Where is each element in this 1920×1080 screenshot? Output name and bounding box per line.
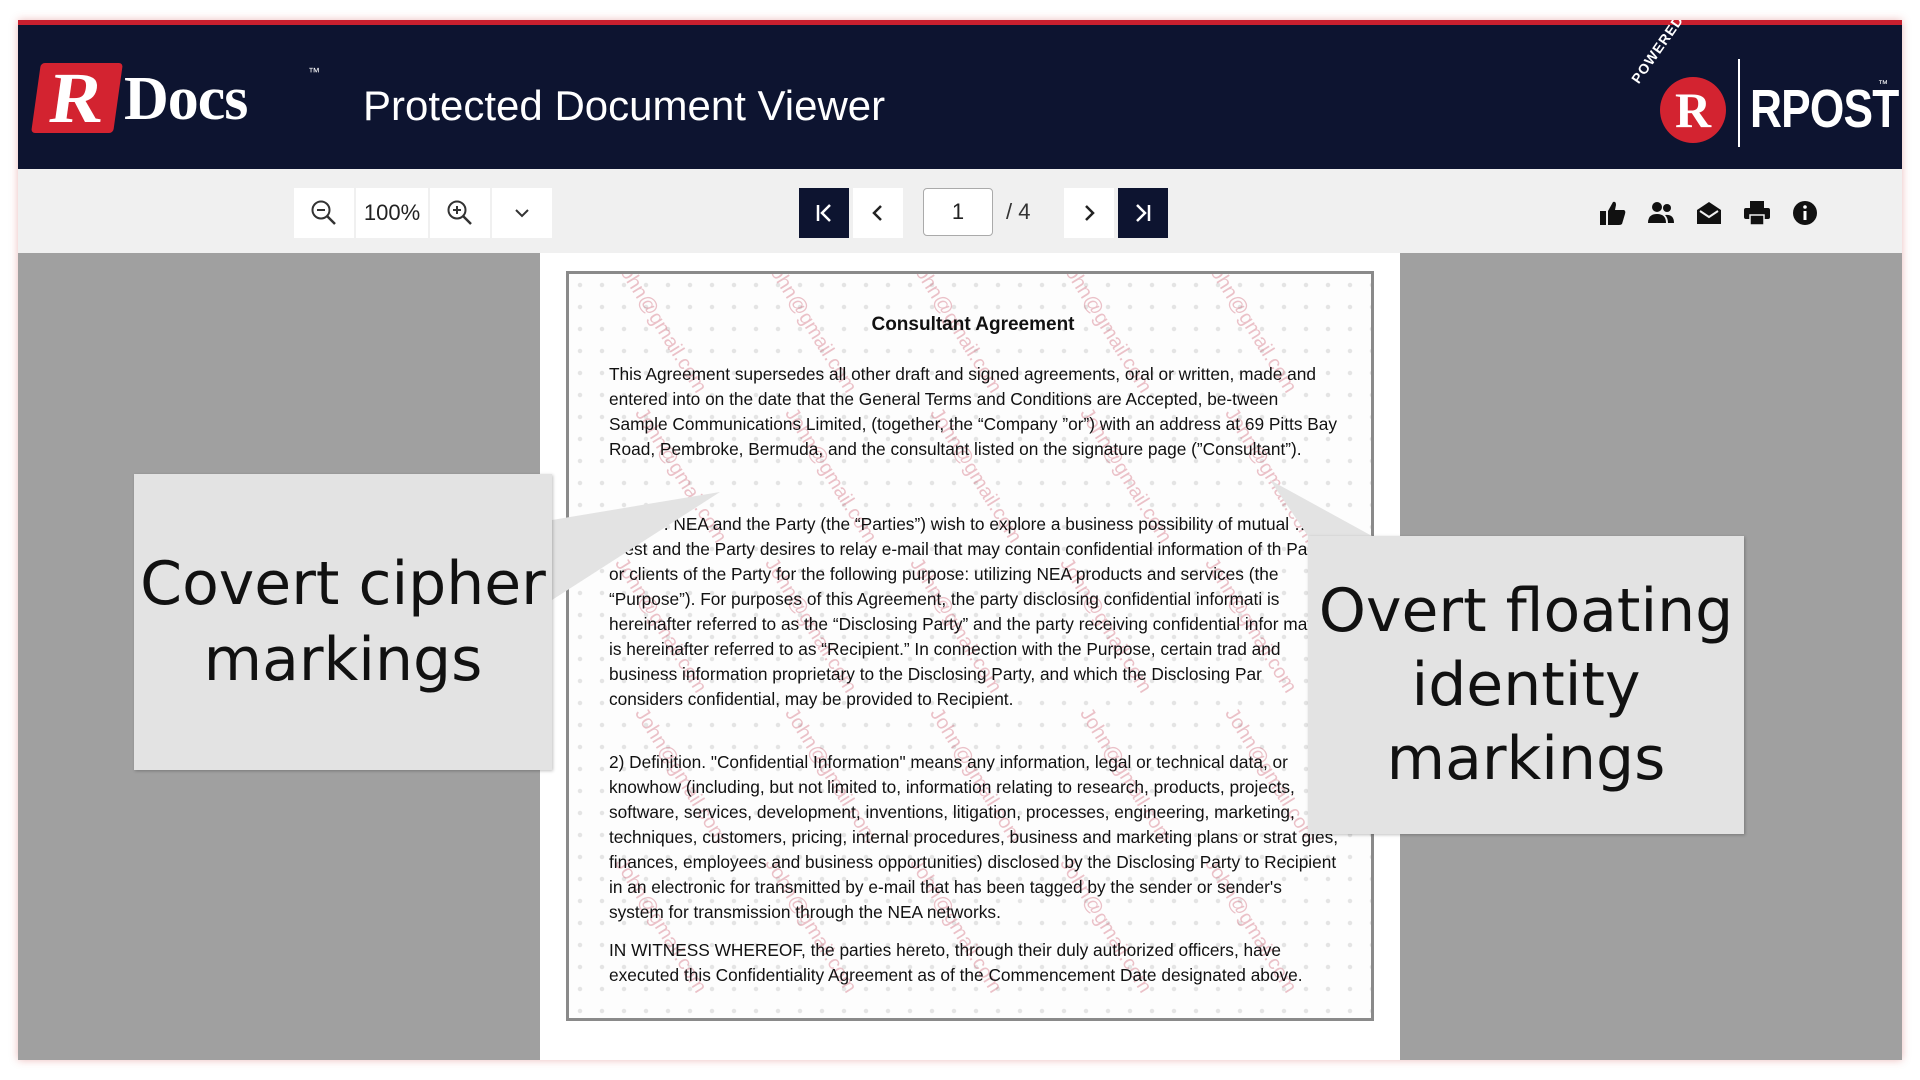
envelope-icon[interactable] (1694, 198, 1724, 228)
callout-overt-text: Overt floating identity markings (1318, 576, 1734, 794)
rpost-trademark: ™ (1878, 79, 1888, 90)
thumbs-up-icon[interactable] (1598, 198, 1628, 228)
zoom-menu-button[interactable] (492, 188, 552, 238)
document-page: John@gmail.com John@gmail.com John@gmail.c… (540, 253, 1400, 1060)
rpost-logo: POWERED BY R RPOST ™ (1628, 20, 1899, 159)
callout-overt-markings: Overt floating identity markings (1308, 536, 1744, 834)
viewer-toolbar: 100% / 4 (18, 169, 1902, 253)
zoom-out-icon (311, 200, 336, 225)
last-page-icon (1136, 204, 1151, 222)
document-paragraph: …pose. NEA and the Party (the “Parties”)… (609, 514, 1336, 709)
rpost-logo-mark: R (1660, 77, 1726, 143)
document-title: Consultant Agreement (871, 314, 1075, 335)
previous-page-button[interactable] (853, 188, 903, 238)
zoom-value: 100% (363, 200, 421, 225)
rdocs-trademark: ™ (308, 65, 320, 79)
app-header: R Docs ™ Protected Document Viewer POWER… (18, 20, 1902, 169)
info-icon[interactable] (1790, 198, 1820, 228)
zoom-out-button[interactable] (294, 188, 354, 238)
last-page-button[interactable] (1118, 188, 1168, 238)
document-paragraph: This Agreement supersedes all other draf… (609, 364, 1338, 459)
rdocs-logo-text: Docs (124, 65, 248, 133)
chevron-down-icon (515, 209, 529, 218)
zoom-in-button[interactable] (430, 188, 490, 238)
app-title: Protected Document Viewer (363, 82, 886, 129)
document-paragraph: IN WITNESS WHEREOF, the parties hereto, … (609, 940, 1303, 985)
chevron-left-icon (872, 205, 882, 221)
zoom-in-icon (447, 200, 472, 225)
first-page-icon (816, 204, 831, 222)
next-page-button[interactable] (1064, 188, 1114, 238)
callout-covert-text: Covert cipher markings (140, 549, 546, 695)
printer-icon[interactable] (1742, 198, 1772, 228)
rpost-logo-text: RPOST (1750, 79, 1899, 139)
callout-covert-markings: Covert cipher markings (134, 474, 552, 770)
document-content: John@gmail.com John@gmail.com John@gmail.c… (566, 271, 1374, 1021)
rdocs-logo-mark: R (31, 58, 123, 138)
page-total: / 4 (1006, 199, 1031, 224)
logo-divider (1738, 59, 1740, 147)
page-number-input[interactable] (923, 188, 993, 236)
chevron-right-icon (1085, 205, 1095, 221)
first-page-button[interactable] (799, 188, 849, 238)
document-paragraph: 2) Definition. "Confidential Information… (609, 752, 1339, 922)
people-icon[interactable] (1646, 198, 1676, 228)
zoom-level[interactable]: 100% (356, 188, 428, 238)
